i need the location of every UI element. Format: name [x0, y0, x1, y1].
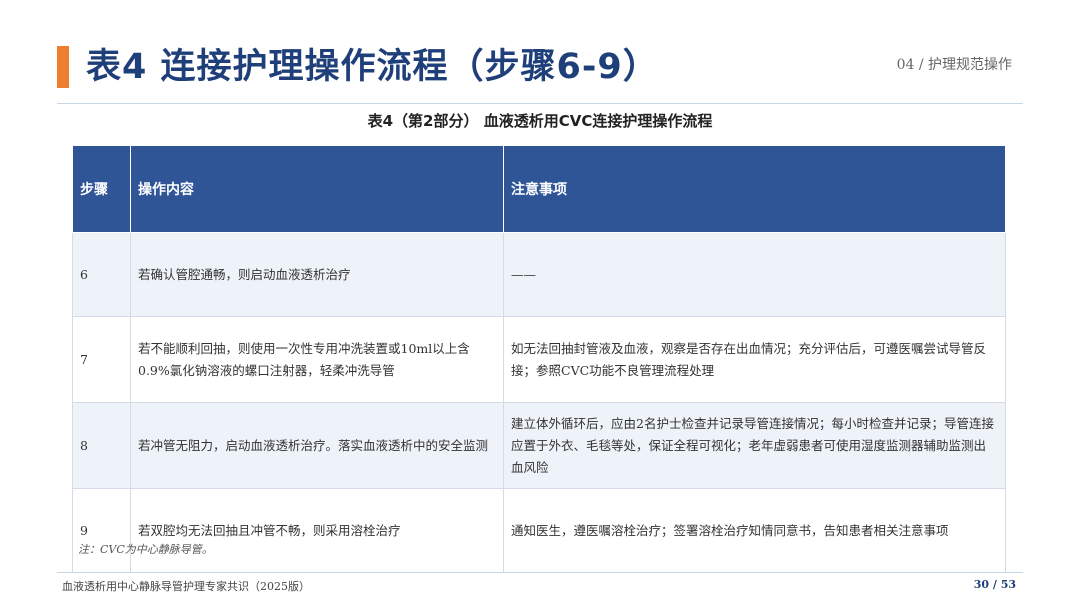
column-header-content: 操作内容: [130, 145, 504, 233]
table-row: 6 若确认管腔通畅，则启动血液透析治疗 ——: [72, 232, 1006, 317]
table-header-row: 步骤 操作内容 注意事项: [72, 145, 1006, 233]
step-content: 若冲管无阻力，启动血液透析治疗。落实血液透析中的安全监测: [130, 402, 504, 489]
step-content: 若确认管腔通畅，则启动血液透析治疗: [130, 232, 504, 317]
header-divider: [57, 103, 1023, 104]
step-number: 9: [72, 488, 131, 573]
table-row: 8 若冲管无阻力，启动血液透析治疗。落实血液透析中的安全监测 建立体外循环后，应…: [72, 402, 1006, 489]
procedure-table: 步骤 操作内容 注意事项 6 若确认管腔通畅，则启动血液透析治疗 —— 7 若不…: [72, 145, 1006, 573]
step-number: 7: [72, 316, 131, 403]
step-number: 8: [72, 402, 131, 489]
page-title: 表4 连接护理操作流程（步骤6-9）: [86, 47, 659, 87]
column-header-step: 步骤: [72, 145, 131, 233]
table-row: 7 若不能顺利回抽，则使用一次性专用冲洗装置或10ml以上含0.9%氯化钠溶液的…: [72, 316, 1006, 403]
step-number: 6: [72, 232, 131, 317]
step-content: 若不能顺利回抽，则使用一次性专用冲洗装置或10ml以上含0.9%氯化钠溶液的螺口…: [130, 316, 504, 403]
page-number: 30 / 53: [973, 578, 1016, 591]
footer-divider: [57, 572, 1023, 573]
column-header-notes: 注意事项: [503, 145, 1006, 233]
step-notes: 建立体外循环后，应由2名护士检查并记录导管连接情况；每小时检查并记录；导管连接应…: [503, 402, 1006, 489]
table-footnote: 注：CVC为中心静脉导管。: [78, 543, 213, 556]
step-notes: 通知医生，遵医嘱溶栓治疗；签署溶栓治疗知情同意书，告知患者相关注意事项: [503, 488, 1006, 573]
table-row: 9 若双腔均无法回抽且冲管不畅，则采用溶栓治疗 通知医生，遵医嘱溶栓治疗；签署溶…: [72, 488, 1006, 573]
step-notes: ——: [503, 232, 1006, 317]
footer-document-name: 血液透析用中心静脉导管护理专家共识（2025版）: [62, 580, 310, 593]
step-content: 若双腔均无法回抽且冲管不畅，则采用溶栓治疗: [130, 488, 504, 573]
section-label: 04 / 护理规范操作: [896, 57, 1012, 73]
table-caption: 表4（第2部分） 血液透析用CVC连接护理操作流程: [367, 112, 713, 130]
title-accent-bar: [57, 46, 69, 88]
step-notes: 如无法回抽封管液及血液，观察是否存在出血情况；充分评估后，可遵医嘱尝试导管反接；…: [503, 316, 1006, 403]
